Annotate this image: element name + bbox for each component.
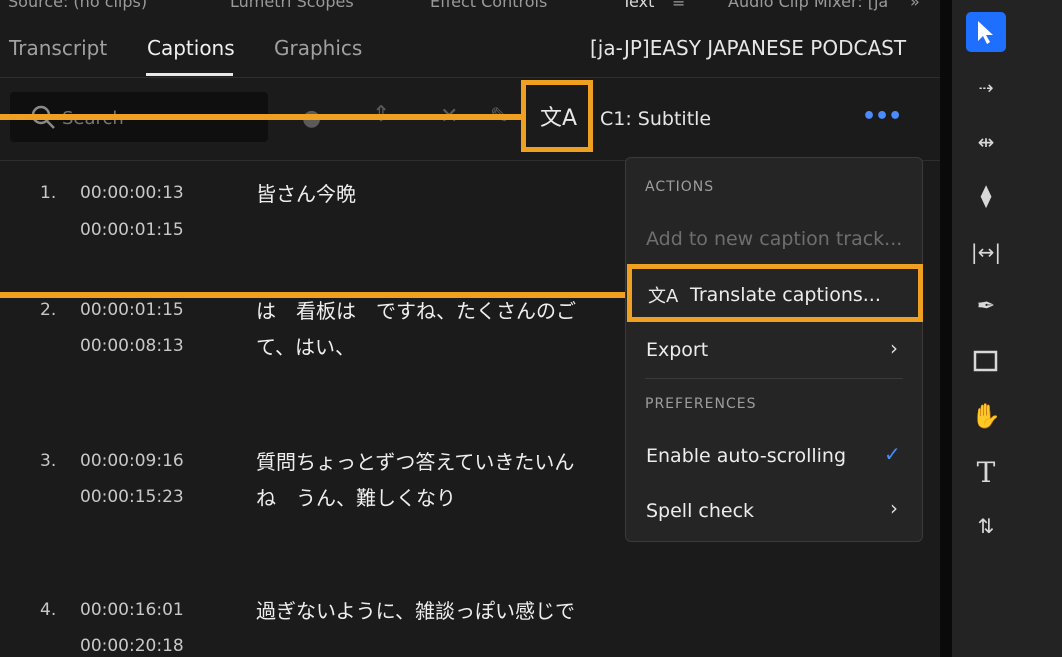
tab-audio-clip-mixer[interactable]: Audio Clip Mixer: [ja [728,0,888,11]
menu-separator [645,378,903,379]
menu-item-add-caption-track: Add to new caption track... [646,228,903,250]
tab-source[interactable]: Source: (no clips) [8,0,147,11]
translate-icon[interactable]: 文A [540,100,577,132]
pen-tool-icon[interactable]: ✒ [966,286,1006,326]
slip-tool-icon[interactable]: |↔| [966,232,1006,272]
remix-tool-icon[interactable]: ⇅ [966,506,1006,546]
panel-gap [940,0,952,657]
annotation-line [0,114,521,120]
panel-menu-icon[interactable]: ≡ [672,0,685,11]
ripple-edit-tool-icon[interactable]: ⇹ [966,122,1006,162]
caption-end-time[interactable]: 00:00:08:13 [80,336,184,356]
divider [0,77,940,78]
panel-tab-row: Source: (no clips) Lumetri Scopes Effect… [0,0,945,16]
caption-text[interactable]: 皆さん今晩 [256,177,356,211]
menu-item-export[interactable]: Export [646,339,708,361]
active-tab-indicator [146,73,233,76]
caption-number: 1. [40,183,57,203]
caption-start-time[interactable]: 00:00:09:16 [80,451,184,471]
caption-track-label[interactable]: C1: Subtitle [600,108,711,130]
tab-text[interactable]: Text [622,0,654,11]
menu-item-auto-scrolling[interactable]: Enable auto-scrolling [646,445,846,467]
more-options-icon[interactable]: ••• [862,104,902,129]
chevron-right-icon: › [890,336,898,360]
caption-start-time[interactable]: 00:00:16:01 [80,600,184,620]
tab-effect-controls[interactable]: Effect Controls [430,0,547,11]
tabs-overflow-button[interactable]: » [910,0,920,11]
caption-end-time[interactable]: 00:00:20:18 [80,636,184,656]
track-select-tool-icon[interactable]: ⇢ [966,68,1006,108]
caption-number: 2. [40,300,57,320]
tab-lumetri-scopes[interactable]: Lumetri Scopes [230,0,354,11]
menu-section-header: ACTIONS [645,179,715,195]
caption-number: 3. [40,451,57,471]
sequence-name: [ja-JP]EASY JAPANESE PODCAST [590,36,907,60]
caption-text[interactable]: ね うん、難しくなり [256,481,456,515]
caption-end-time[interactable]: 00:00:01:15 [80,220,184,240]
caption-number: 4. [40,600,57,620]
selection-tool-icon[interactable] [966,12,1006,52]
menu-section-header: PREFERENCES [645,396,757,412]
type-tool-icon[interactable]: T [966,452,1006,492]
menu-item-spell-check[interactable]: Spell check [646,500,754,522]
checkmark-icon: ✓ [884,442,901,466]
tab-graphics[interactable]: Graphics [274,36,362,60]
caption-start-time[interactable]: 00:00:01:15 [80,300,184,320]
caption-text[interactable]: 質問ちょっとずつ答えていきたいん [256,445,574,479]
hand-tool-icon[interactable]: ✋ [966,396,1006,436]
caption-text[interactable]: 過ぎないように、雑談っぽい感じで [256,594,575,628]
annotation-box [627,264,923,322]
razor-tool-icon[interactable]: ⧫ [966,176,1006,216]
tab-captions[interactable]: Captions [147,36,235,60]
caption-start-time[interactable]: 00:00:00:13 [80,183,184,203]
caption-text[interactable]: は 看板は ですね、たくさんのご [256,294,576,328]
chevron-right-icon: › [890,496,898,520]
caption-end-time[interactable]: 00:00:15:23 [80,487,184,507]
rectangle-tool-icon[interactable] [966,342,1006,382]
tab-transcript[interactable]: Transcript [9,36,107,60]
caption-text[interactable]: て、はい、 [256,330,355,364]
